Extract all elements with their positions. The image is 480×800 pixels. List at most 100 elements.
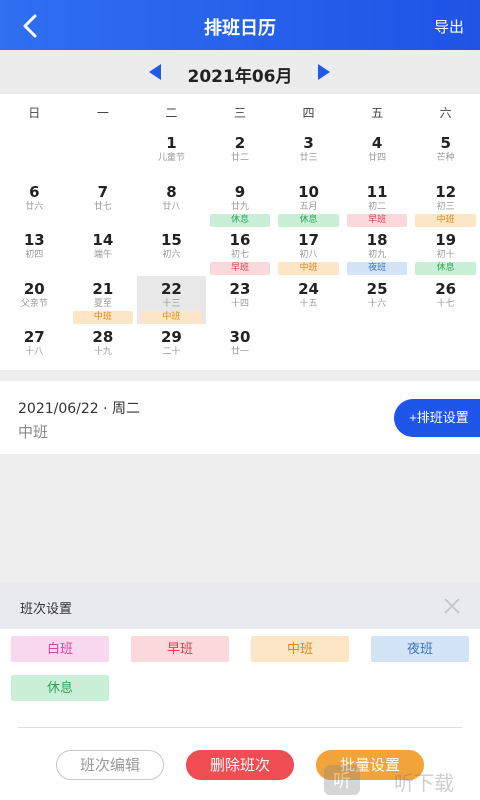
calendar: 日 一 二 三 四 五 六 1 儿童节 2 廿二 3 廿三 4 廿四 5 芒种 6 廿六 7 廿七 8 廿八 9… — [0, 94, 480, 370]
schedule-setting-button[interactable]: +排班设置 — [394, 399, 480, 437]
lunar-date: 廿二 — [230, 153, 249, 163]
calendar-day[interactable]: 22 十三 中班 — [137, 275, 206, 324]
panel-title: 班次设置 — [20, 602, 73, 617]
day-number: 13 — [23, 231, 45, 249]
calendar-day[interactable]: 4 廿四 — [343, 130, 412, 179]
shift-badge: 中班 — [72, 310, 134, 324]
calendar-day[interactable]: 11 初二 早班 — [343, 179, 412, 228]
shift-chip-middle[interactable]: 中班 — [251, 636, 349, 662]
calendar-day[interactable]: 24 十五 — [274, 276, 343, 325]
shift-badge: 中班 — [141, 310, 202, 324]
delete-shift-button[interactable]: 删除班次 — [186, 750, 294, 780]
day-number: 17 — [298, 231, 319, 249]
day-number: 28 — [92, 328, 114, 346]
month-navigator: 2021年06月 — [0, 50, 480, 94]
lunar-date: 初三 — [436, 201, 455, 212]
shift-badge: 夜班 — [346, 262, 408, 275]
lunar-date: 十四 — [230, 298, 249, 309]
watermark-logo-icon: 听 — [324, 765, 360, 795]
day-number: 20 — [23, 279, 45, 298]
shift-badge: 休息 — [278, 213, 339, 227]
calendar-day[interactable]: 26 十七 — [411, 276, 480, 325]
shift-chip-day[interactable]: 白班 — [11, 636, 109, 662]
day-number: 18 — [366, 231, 388, 249]
weekday-label: 二 — [165, 105, 178, 120]
calendar-day[interactable]: 21 夏至 中班 — [69, 276, 138, 325]
weekday-label: 六 — [439, 105, 452, 120]
weekday-label: 一 — [96, 105, 109, 120]
calendar-day[interactable]: 30 廿一 — [206, 324, 275, 373]
edit-shifts-button[interactable]: 班次编辑 — [56, 750, 164, 780]
shift-badge: 休息 — [415, 262, 476, 275]
lunar-date: 十六 — [368, 298, 387, 309]
calendar-day[interactable]: 14 端午 — [69, 227, 138, 276]
selected-shift: 中班 — [18, 423, 49, 441]
lunar-date: 初四 — [25, 250, 44, 260]
calendar-day[interactable]: 15 初六 — [137, 227, 206, 276]
calendar-day[interactable]: 23 十四 — [206, 276, 275, 325]
calendar-day[interactable]: 2 廿二 — [206, 130, 275, 179]
calendar-day[interactable]: 6 廿六 — [0, 179, 69, 228]
shift-badge: 休息 — [209, 213, 271, 227]
day-number: 30 — [229, 328, 251, 346]
watermark-text: 听下载 — [394, 771, 454, 795]
lunar-date: 儿童节 — [157, 153, 185, 163]
shift-chip-rest[interactable]: 休息 — [11, 675, 109, 701]
lunar-date: 廿九 — [230, 201, 249, 212]
calendar-empty-cell — [69, 130, 138, 179]
lunar-date: 廿八 — [162, 201, 181, 212]
calendar-day[interactable]: 5 芒种 — [411, 130, 480, 179]
calendar-day[interactable]: 27 十八 — [0, 324, 69, 373]
selected-date: 2021/06/22 · 周二 — [18, 401, 141, 417]
calendar-day[interactable]: 3 廿三 — [274, 130, 343, 179]
calendar-day[interactable]: 13 初四 — [0, 227, 69, 276]
calendar-day[interactable]: 10 五月 休息 — [274, 179, 343, 228]
day-number: 8 — [166, 182, 177, 201]
prev-month-icon[interactable] — [146, 62, 166, 82]
day-number: 16 — [229, 231, 251, 249]
shift-badge: 中班 — [415, 213, 476, 227]
lunar-date: 二十 — [162, 347, 181, 357]
lunar-date: 初六 — [162, 250, 181, 260]
shift-chip-night[interactable]: 夜班 — [371, 636, 469, 662]
calendar-empty-cell — [0, 130, 69, 179]
shift-chip-early[interactable]: 早班 — [131, 636, 229, 662]
day-number: 2 — [234, 134, 246, 152]
lunar-date: 廿三 — [299, 153, 318, 163]
day-number: 3 — [303, 134, 314, 152]
day-number: 5 — [440, 134, 451, 152]
lunar-date: 父亲节 — [20, 298, 48, 309]
calendar-day[interactable]: 7 廿七 — [69, 179, 138, 228]
lunar-date: 初九 — [368, 250, 387, 260]
calendar-day[interactable]: 8 廿八 — [137, 179, 206, 228]
lunar-date: 十八 — [25, 347, 44, 357]
lunar-date: 初十 — [436, 250, 455, 260]
calendar-day[interactable]: 25 十六 — [343, 276, 412, 325]
shift-panel-header: 班次设置 — [0, 583, 480, 629]
calendar-day[interactable]: 19 初十休息 — [411, 227, 480, 276]
calendar-day[interactable]: 1 儿童节 — [137, 130, 206, 179]
calendar-day[interactable]: 28 十九 — [69, 324, 138, 373]
shift-badge: 早班 — [209, 262, 271, 275]
next-month-icon[interactable] — [313, 62, 333, 82]
month-label: 2021年06月 — [187, 67, 293, 87]
lunar-date: 十五 — [299, 298, 318, 309]
calendar-day[interactable]: 9 廿九 休息 — [206, 179, 275, 228]
lunar-date: 初二 — [368, 201, 387, 212]
day-number: 9 — [234, 182, 246, 201]
calendar-day[interactable]: 20 父亲节 — [0, 276, 69, 325]
close-icon[interactable] — [442, 596, 462, 616]
calendar-day[interactable]: 29 二十 — [137, 324, 206, 373]
calendar-day[interactable]: 12 初三 中班 — [411, 179, 480, 228]
calendar-day[interactable]: 18 初九夜班 — [343, 227, 412, 276]
calendar-day[interactable]: 16 初七 早班 — [206, 227, 275, 276]
day-number: 26 — [435, 279, 457, 298]
export-button[interactable]: 导出 — [434, 16, 464, 37]
weekday-label: 五 — [371, 105, 384, 120]
day-number: 25 — [366, 279, 388, 298]
day-number: 4 — [371, 134, 383, 152]
shift-panel: 白班 早班 中班 夜班 休息 班次编辑 删除班次 批量设置 听 听下载 — [0, 629, 480, 800]
day-number: 19 — [435, 231, 457, 249]
calendar-day[interactable]: 17 初八 中班 — [274, 227, 343, 276]
weekday-header: 日 一 二 三 四 五 六 — [0, 94, 480, 130]
